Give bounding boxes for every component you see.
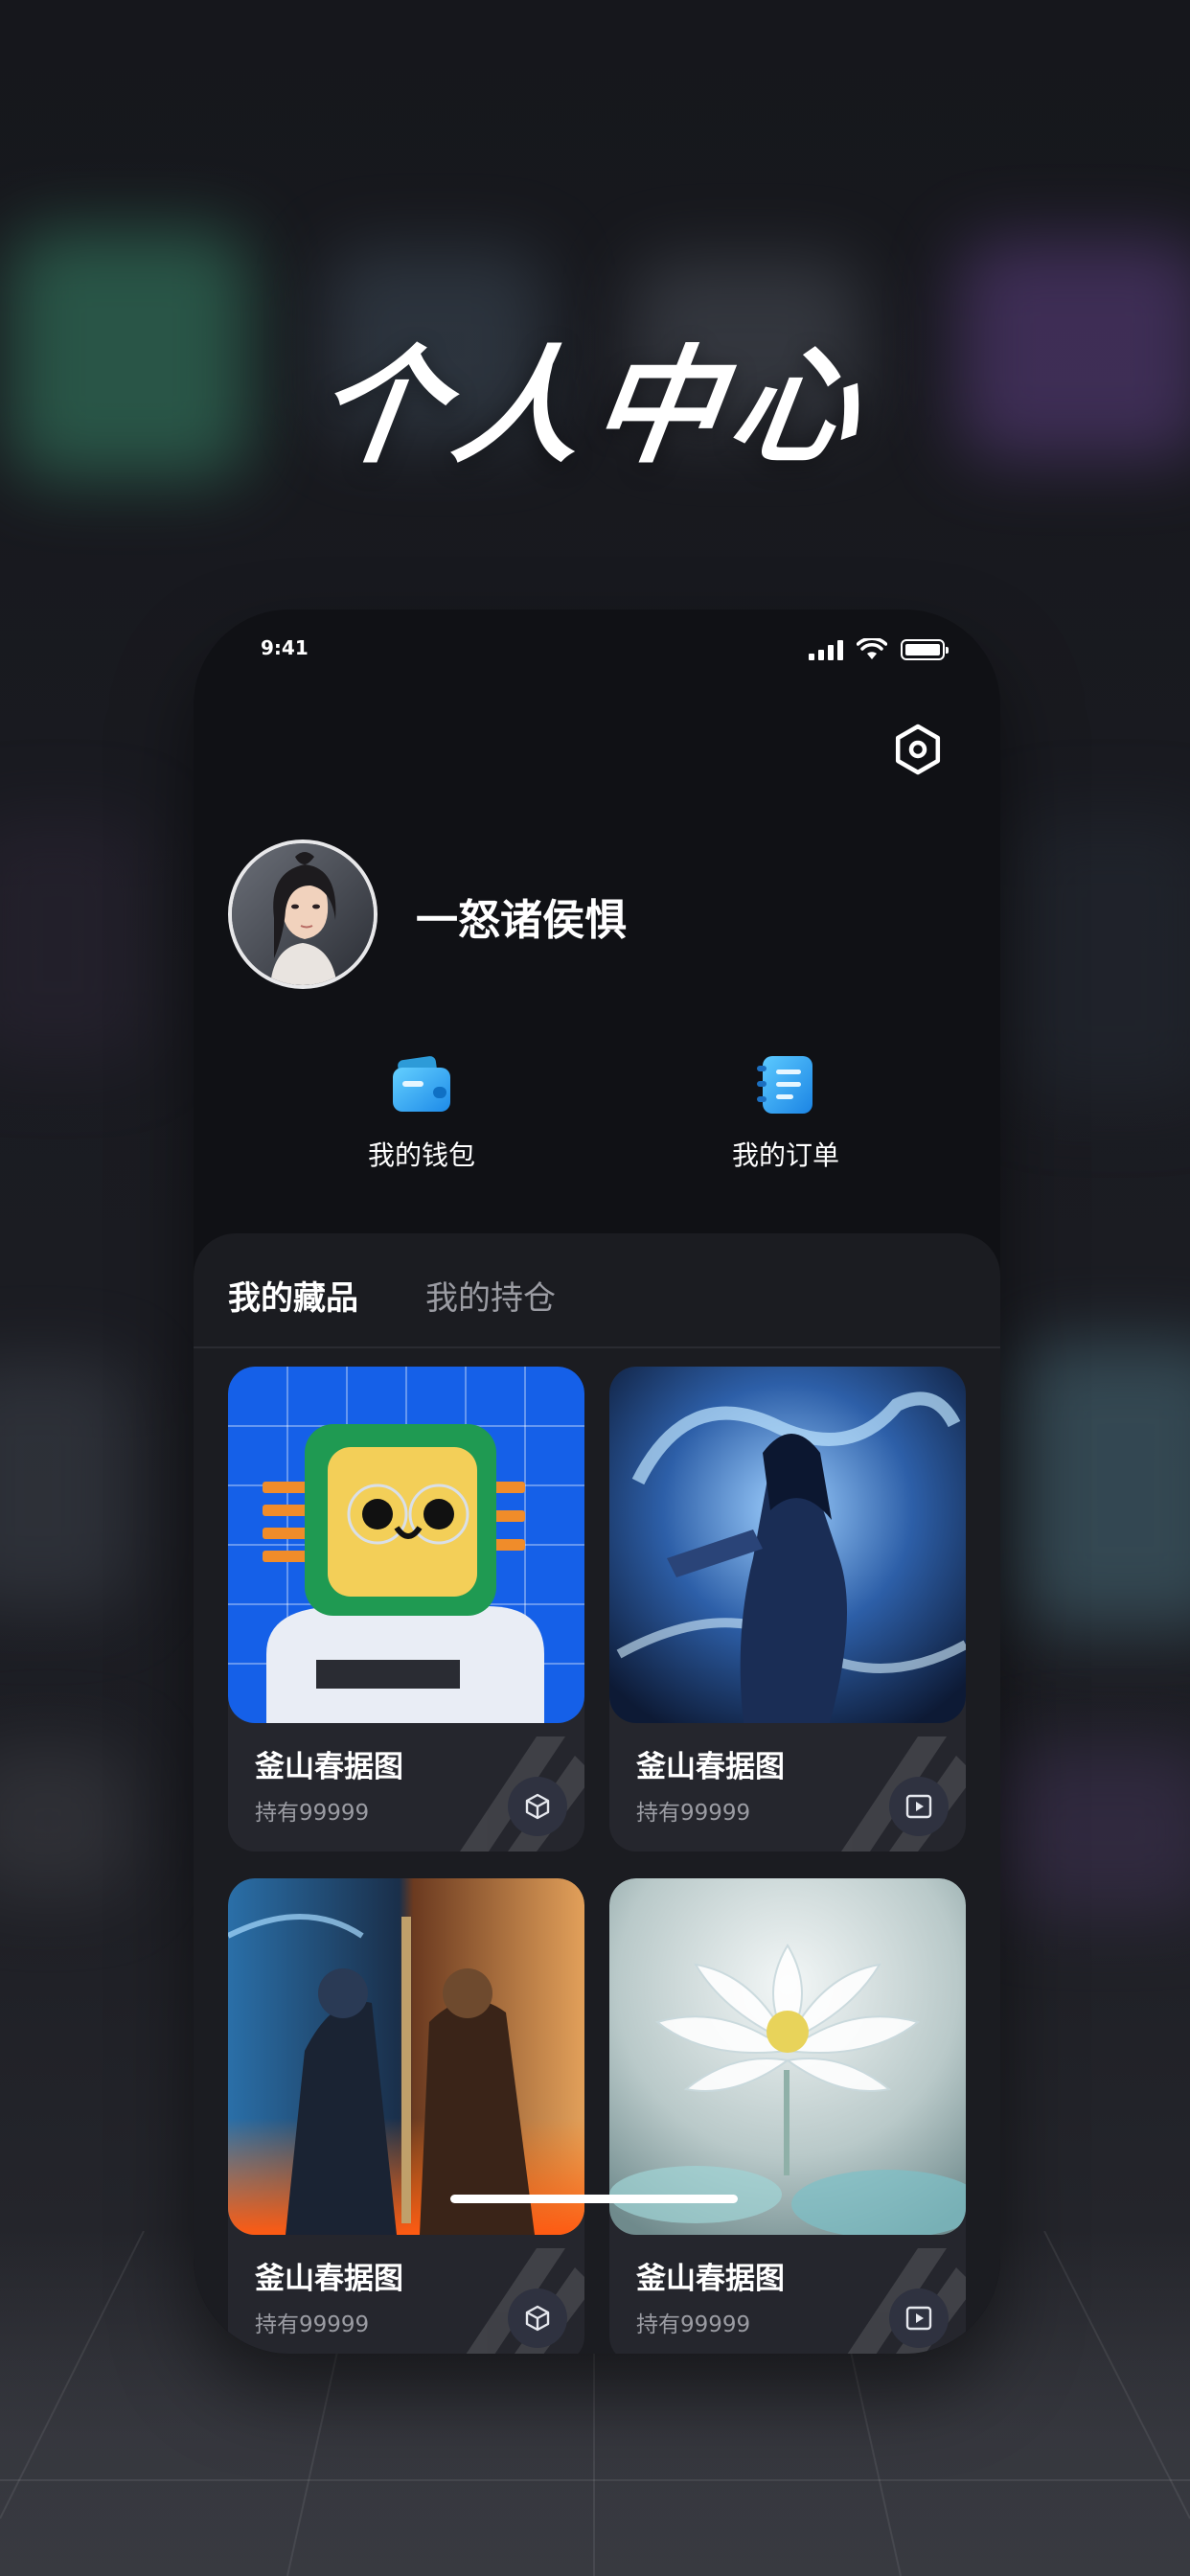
username: 一怒诸侯惧 [416,896,627,945]
collection-card[interactable]: 釜山春据图 持有99999 [609,1878,966,2354]
collection-title: 釜山春据图 [255,2262,403,2296]
tab-my-holdings[interactable]: 我的持仓 [425,1272,556,1319]
collection-title: 釜山春据图 [636,2262,785,2296]
tab-bar: 我的藏品 我的持仓 [228,1272,556,1319]
collection-holding: 持有99999 [255,2312,370,2337]
cube-icon[interactable] [508,2288,567,2348]
collection-title: 釜山春据图 [255,1750,403,1784]
card-watermark [841,1736,966,1852]
collection-card[interactable]: 釜山春据图 持有99999 [228,1367,584,1852]
collection-holding: 持有99999 [636,2312,751,2337]
signal-icon [809,639,843,660]
phone-screen: 9:41 一怒诸侯惧 我的钱包 我的订单 我的藏品 我的持仓 釜山春据图 持有9… [194,610,1000,2354]
order-icon [757,1056,812,1114]
status-icons [809,638,949,661]
orders-label: 我的订单 [731,1139,839,1171]
battery-icon [901,639,949,660]
collection-title: 釜山春据图 [636,1750,785,1784]
wallet-shortcut[interactable]: 我的钱包 [326,1052,517,1173]
card-watermark [460,1736,584,1852]
tab-divider [194,1346,1000,1348]
collection-holding: 持有99999 [255,1801,370,1826]
avatar[interactable] [228,840,378,989]
collection-holding: 持有99999 [636,1801,751,1826]
tab-my-collections[interactable]: 我的藏品 [228,1272,358,1319]
collection-card[interactable]: 釜山春据图 持有99999 [228,1878,584,2354]
collection-card[interactable]: 釜山春据图 持有99999 [609,1367,966,1852]
settings-icon[interactable] [891,723,945,776]
status-time: 9:41 [261,636,309,659]
collection-image [609,1367,966,1723]
cube-icon[interactable] [508,1777,567,1836]
video-play-icon[interactable] [889,2288,949,2348]
wallet-label: 我的钱包 [367,1139,475,1171]
video-play-icon[interactable] [889,1777,949,1836]
home-indicator[interactable] [450,2195,738,2203]
wifi-icon [857,638,887,659]
collection-image [609,1878,966,2235]
wallet-icon [393,1056,450,1112]
page-title: 个人中心 [307,334,881,481]
collection-image [228,1878,584,2235]
collection-image [228,1367,584,1723]
orders-shortcut[interactable]: 我的订单 [690,1052,881,1173]
